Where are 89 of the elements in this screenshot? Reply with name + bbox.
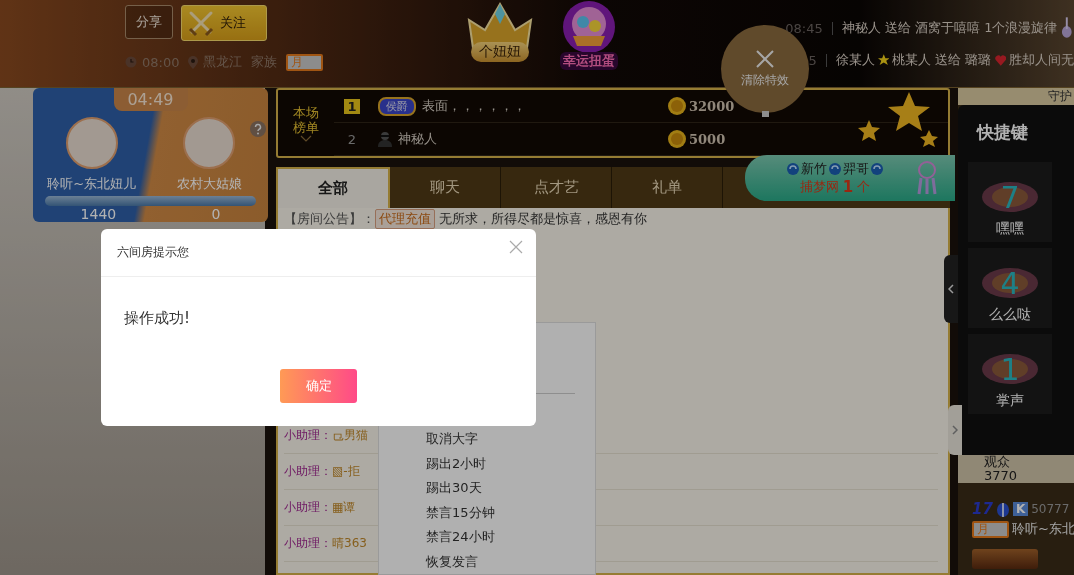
countdown-timer: 04:49: [113, 88, 188, 111]
audience-label: 观众: [984, 455, 1011, 469]
location-pin-icon: [188, 55, 199, 69]
chevron-right-icon: [952, 425, 958, 435]
user-name: 新竹: [801, 160, 827, 178]
star-icon: [877, 53, 890, 67]
gift-name: 捕梦网: [799, 178, 839, 196]
close-button[interactable]: [508, 238, 524, 255]
user-level: 17: [972, 500, 993, 518]
shortcut-label: 嘿嘿: [996, 220, 1024, 238]
panel-header: 守护: [958, 88, 1074, 105]
message-text: 晴363: [332, 535, 367, 552]
sender-name: 小助理：: [284, 463, 332, 480]
shortcut-item[interactable]: 7 嘿嘿: [968, 162, 1052, 242]
coin-amount: 5000: [689, 131, 726, 147]
clock-icon: [125, 56, 137, 68]
menu-item[interactable]: 取消大字: [379, 427, 595, 452]
announcement-label: 【房间公告】：: [284, 210, 375, 228]
ranking-title: 本场榜单: [292, 104, 320, 135]
sender-name: 小助理：: [284, 535, 332, 552]
chevron-down-icon: [300, 134, 312, 142]
family-badge: 月: [972, 520, 1009, 538]
vip-badge: K: [1012, 502, 1029, 516]
streamer-name: 聆听~东北妞儿: [47, 175, 137, 193]
sender-name: 小助理：: [284, 499, 332, 516]
user-name: 聆听~东北: [1012, 520, 1074, 538]
chevron-left-icon: [948, 284, 954, 294]
user-name: 神秘人: [398, 130, 437, 148]
menu-item[interactable]: 踢出30天: [379, 476, 595, 501]
gift-message-text: 胜却人间无: [1009, 51, 1074, 69]
spiral-icon: [787, 163, 799, 175]
sticker-icon: [980, 351, 1040, 387]
spiral-icon: [829, 163, 841, 175]
menu-item[interactable]: 禁言24小时: [379, 525, 595, 550]
gift-message-text: 徐某人: [835, 51, 875, 69]
spiral-icon: [871, 163, 883, 175]
heart-icon: [994, 53, 1006, 67]
message-text: ▦谭: [332, 499, 356, 516]
shortcut-title: 快捷键: [975, 121, 1029, 144]
rank-number: 1: [344, 98, 360, 114]
close-icon: [756, 49, 774, 68]
rank-number: 2: [346, 131, 358, 147]
sticker-icon: [980, 265, 1040, 301]
dreamcatcher-icon: [915, 161, 939, 195]
help-icon: [250, 121, 266, 137]
gift-unit: 个: [857, 178, 871, 196]
score-text: 0: [211, 206, 221, 222]
shortcut-label: 掌声: [996, 392, 1024, 410]
menu-item[interactable]: 恢复发言: [379, 549, 595, 574]
coin-icon: [668, 97, 686, 115]
shortcut-item[interactable]: 4 么么哒: [968, 248, 1052, 328]
shortcut-count: 7: [1000, 179, 1020, 215]
menu-item[interactable]: 禁言15分钟: [379, 500, 595, 525]
noble-title-badge: 侯爵: [378, 96, 416, 116]
audience-count: 3770: [984, 469, 1019, 483]
coin-icon: [668, 130, 686, 148]
follow-button[interactable]: 关注: [181, 5, 267, 41]
message-text: ▧-拒: [332, 463, 360, 480]
gift-message-text: 桃某人 送给 璐璐: [892, 51, 992, 69]
capsule-label: 幸运扭蛋: [560, 52, 618, 70]
shortcut-item[interactable]: 1 掌声: [968, 334, 1052, 414]
sender-name: 小助理：: [284, 427, 332, 444]
menu-item[interactable]: 踢出2小时: [379, 451, 595, 476]
user-name: 表面，，，，，，: [422, 97, 526, 115]
user-name: 羿哥: [843, 160, 869, 178]
announcement-text: 无所求，所得尽都是惊喜，感恩有你: [439, 210, 647, 228]
dialog-title: 六间房提示您: [117, 244, 189, 261]
shortcut-count: 1: [1000, 351, 1020, 387]
masked-person-icon: [378, 131, 392, 147]
score-text: 1440: [80, 206, 117, 222]
shortcut-label: 么么哒: [989, 306, 1031, 324]
shortcut-count: 4: [1000, 265, 1020, 301]
expand-tab[interactable]: [948, 405, 962, 455]
sticker-icon: [980, 179, 1040, 215]
tab[interactable]: 全部: [276, 167, 390, 208]
gift-count: 1: [842, 178, 854, 196]
crest-label: 个妞妞: [471, 42, 529, 62]
dialog-message: 操作成功!: [123, 308, 191, 329]
message-time: 5: [807, 52, 817, 68]
message-text: ⺋男猫: [332, 427, 368, 444]
close-icon: [509, 239, 523, 254]
avatar: [65, 117, 118, 169]
streamer-name: 农村大姑娘: [176, 175, 242, 193]
family-badge: 月: [286, 53, 324, 71]
medal-plate: [972, 549, 1038, 569]
collapse-tab[interactable]: [944, 255, 958, 323]
gift-message-text: 神秘人 送给 酒窝于嘻嘻 1个浪漫旋律: [841, 19, 1058, 37]
user-id: 50777: [1031, 502, 1070, 516]
avatar: [183, 117, 236, 169]
